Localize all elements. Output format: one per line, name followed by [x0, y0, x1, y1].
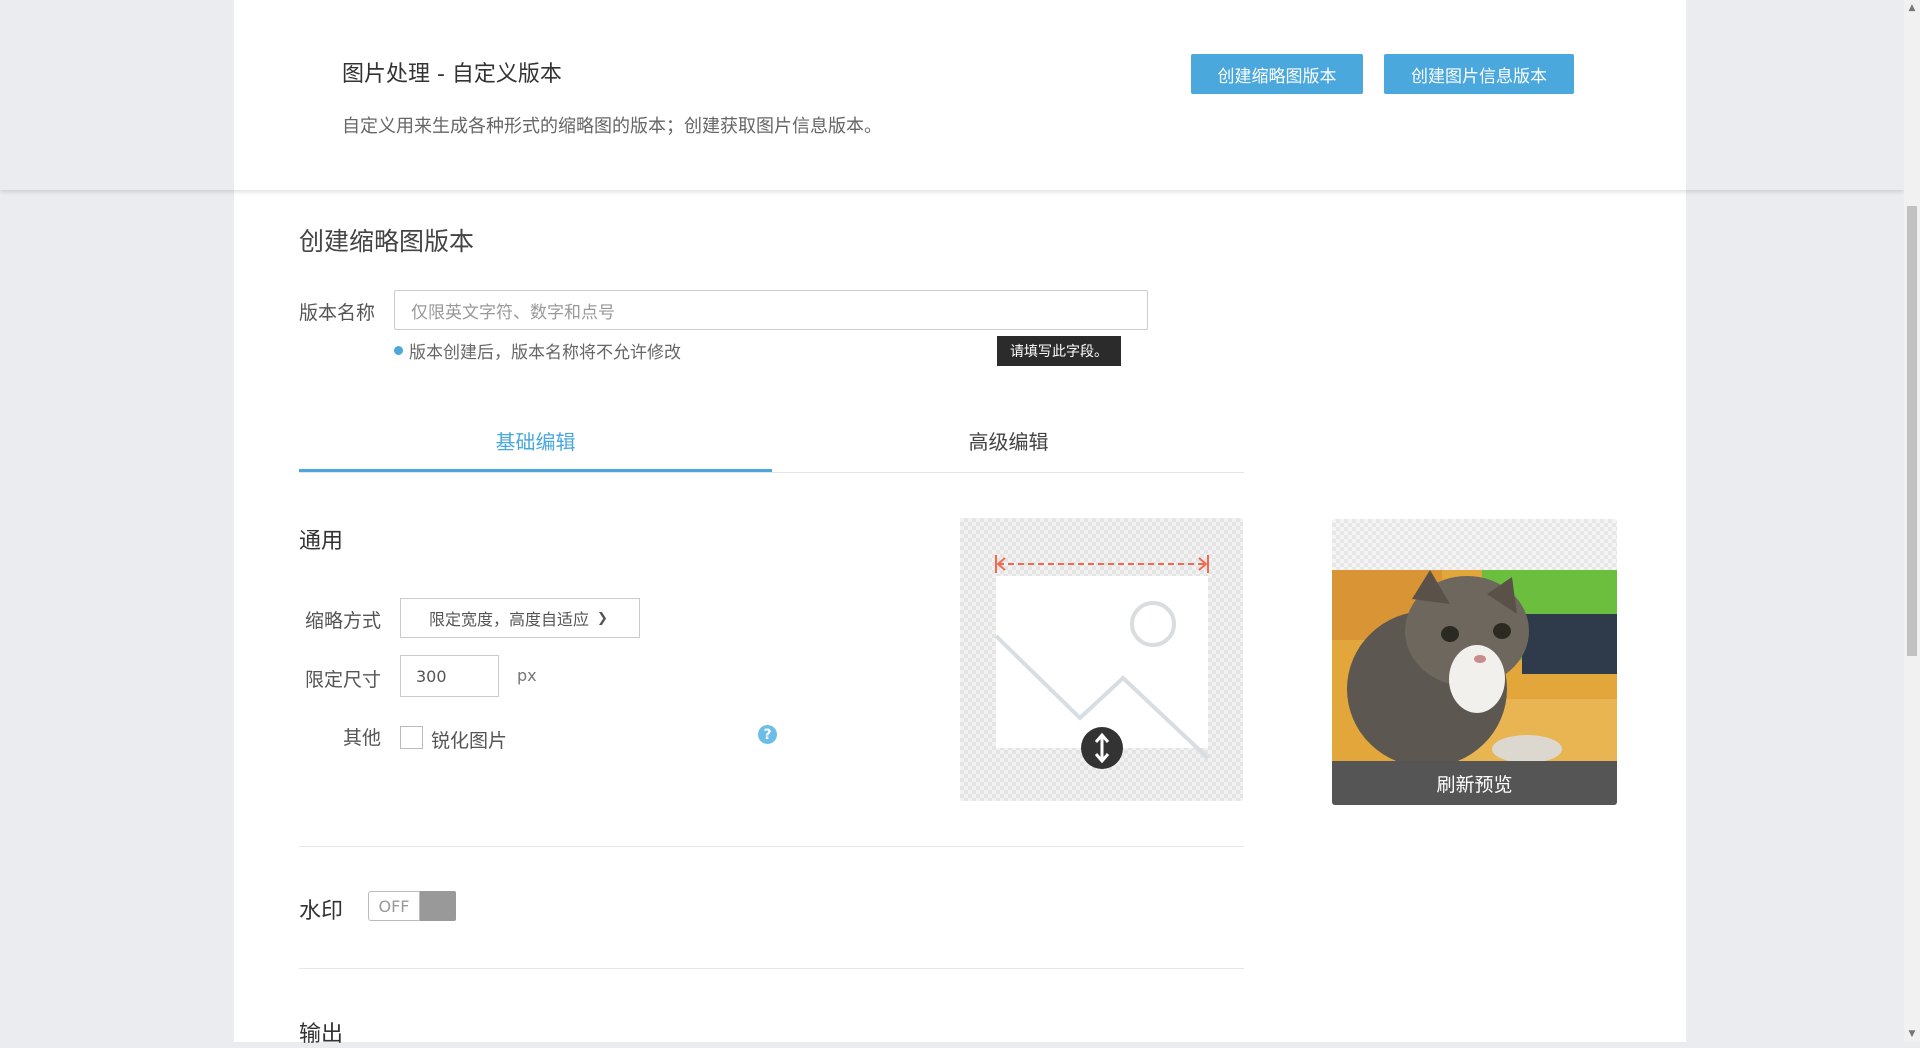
- scroll-thumb[interactable]: [1907, 206, 1917, 656]
- preview-card: 刷新预览: [1332, 519, 1617, 805]
- watermark-title: 水印: [299, 899, 344, 924]
- help-icon[interactable]: ?: [758, 725, 777, 744]
- vertical-scrollbar[interactable]: ▲ ▼: [1904, 0, 1920, 1042]
- thumbnail-mode-value: 限定宽度，高度自适应: [429, 610, 590, 629]
- version-name-hint: 版本创建后，版本名称将不允许修改: [394, 338, 681, 363]
- toggle-knob: [420, 891, 456, 921]
- tab-advanced-edit[interactable]: 高级编辑: [772, 410, 1245, 470]
- refresh-preview-button[interactable]: 刷新预览: [1332, 761, 1617, 805]
- hint-text: 版本创建后，版本名称将不允许修改: [409, 343, 681, 363]
- validation-tooltip: 请填写此字段。: [997, 336, 1121, 366]
- create-thumbnail-version-button[interactable]: 创建缩略图版本: [1191, 54, 1363, 94]
- scroll-down-icon[interactable]: ▼: [1904, 1026, 1920, 1042]
- watermark-toggle[interactable]: OFF: [368, 891, 456, 921]
- chevron-down-icon: ❯: [597, 610, 608, 626]
- sharpen-checkbox[interactable]: [400, 726, 423, 749]
- page-title: 图片处理 - 自定义版本: [342, 62, 562, 87]
- divider: [299, 968, 1244, 969]
- version-name-input[interactable]: 仅限英文字符、数字和点号: [394, 290, 1148, 330]
- page-description: 自定义用来生成各种形式的缩略图的版本；创建获取图片信息版本。: [342, 116, 882, 137]
- preview-image: [1332, 570, 1617, 761]
- page-header: 图片处理 - 自定义版本 自定义用来生成各种形式的缩略图的版本；创建获取图片信息…: [0, 0, 1904, 190]
- scroll-up-icon[interactable]: ▲: [1904, 0, 1920, 16]
- tab-underline: [299, 472, 1244, 473]
- sharpen-label[interactable]: 锐化图片: [431, 726, 507, 753]
- create-image-info-version-button[interactable]: 创建图片信息版本: [1384, 54, 1574, 94]
- header-card: [234, 0, 1686, 190]
- general-title: 通用: [299, 529, 344, 554]
- other-label: 其他: [343, 727, 382, 749]
- size-unit: px: [517, 666, 537, 685]
- size-input[interactable]: 300: [400, 655, 499, 697]
- image-frame: [996, 576, 1208, 748]
- hint-dot-icon: [394, 346, 403, 355]
- mode-illustration: [994, 555, 1210, 769]
- output-title: 输出: [299, 1022, 344, 1047]
- tab-basic-edit[interactable]: 基础编辑: [299, 410, 772, 470]
- version-name-label: 版本名称: [299, 302, 376, 324]
- thumbnail-mode-label: 缩略方式: [305, 610, 382, 632]
- toggle-off-label: OFF: [368, 891, 420, 921]
- thumbnail-mode-select[interactable]: 限定宽度，高度自适应 ❯: [400, 598, 640, 638]
- section-title: 创建缩略图版本: [299, 227, 475, 256]
- thumbnail-mode-diagram: [960, 518, 1243, 801]
- size-label: 限定尺寸: [305, 669, 382, 691]
- tab-active-indicator: [299, 469, 772, 472]
- divider: [299, 846, 1244, 847]
